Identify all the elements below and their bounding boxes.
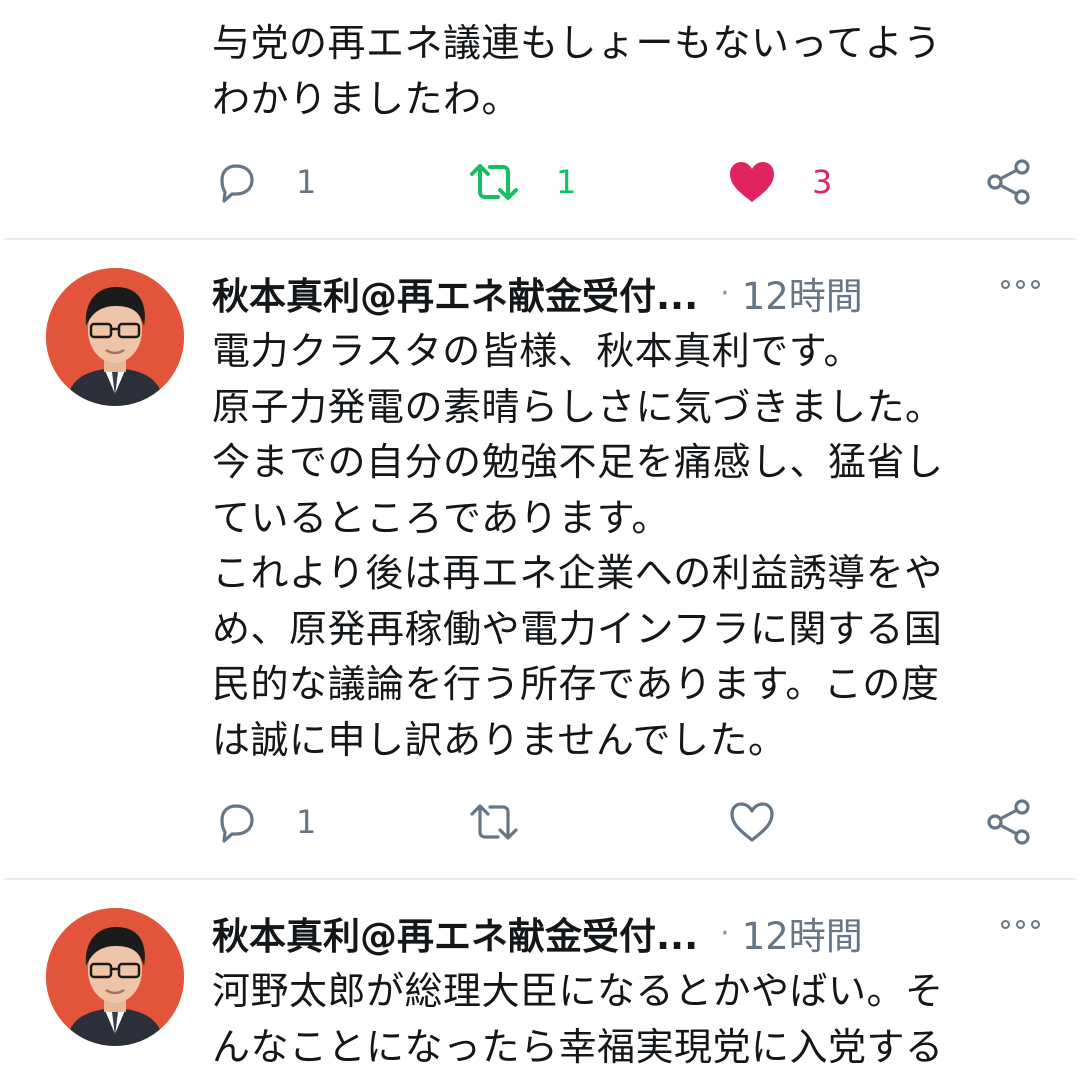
like-button[interactable]: [728, 792, 776, 852]
tweet-text-line: 河野太郎が総理大臣になるとかやばい。そ: [212, 969, 944, 1013]
avatar[interactable]: [46, 908, 184, 1046]
share-button[interactable]: [986, 152, 1032, 212]
reply-button[interactable]: 1: [212, 152, 316, 212]
share-icon: [987, 799, 1030, 845]
timestamp[interactable]: 12時間: [742, 266, 863, 320]
like-button[interactable]: 3: [728, 152, 832, 212]
tweet-text-line: んなことになったら幸福実現党に入党する: [212, 1024, 944, 1069]
more-button[interactable]: [1001, 920, 1040, 929]
more-icon: [1001, 920, 1010, 929]
tweet[interactable]: 秋本真利@再エネ献金受付... · 12時間 河野太郎が総理大臣になるとかやばい…: [0, 880, 1080, 1081]
retweet-count: 1: [556, 163, 577, 201]
more-icon: [1031, 920, 1040, 929]
reply-icon: [220, 804, 254, 843]
retweet-icon: [470, 164, 518, 200]
author-name[interactable]: 秋本真利@再エネ献金受付...: [212, 906, 698, 960]
like-icon: [730, 162, 774, 202]
tweet-text-line: 今までの自分の勉強不足を痛感し、猛省し: [212, 440, 944, 484]
like-icon: [730, 802, 774, 842]
tweet-text-line: 原子力発電の素晴らしさに気づきました。: [212, 384, 944, 429]
tweet-text: 河野太郎が総理大臣になるとかやばい。そ んなことになったら幸福実現党に入党する: [212, 964, 1042, 1075]
more-icon: [1031, 280, 1040, 289]
retweet-button[interactable]: 1: [468, 152, 576, 212]
tweet[interactable]: 秋本真利@再エネ献金受付... · 12時間 電力クラスタの皆様、秋本真利です。…: [0, 240, 1080, 878]
tweet-text-line: め、原発再稼働や電力インフラに関する国: [212, 606, 943, 651]
more-icon: [1001, 280, 1010, 289]
more-icon: [1016, 280, 1025, 289]
more-icon: [1016, 920, 1025, 929]
reply-count: 1: [296, 803, 317, 841]
reply-icon: [220, 164, 254, 203]
tweet-actions: 1: [0, 792, 1080, 852]
tweet-actions: 1 1 3: [0, 152, 1080, 212]
separator: ·: [720, 275, 730, 311]
more-button[interactable]: [1001, 280, 1040, 289]
reply-button[interactable]: 1: [212, 792, 316, 852]
author-name[interactable]: 秋本真利@再エネ献金受付...: [212, 266, 698, 320]
tweet-text-line: は誠に申し訳ありませんでした。: [212, 717, 787, 762]
tweet-text-line: わかりましたわ。: [212, 76, 521, 121]
retweet-icon: [470, 804, 518, 840]
tweet-text-line: 民的な議論を行う所存であります。この度: [212, 662, 940, 706]
reply-count: 1: [296, 163, 317, 201]
tweet-header: 秋本真利@再エネ献金受付... · 12時間: [212, 908, 1040, 958]
tweet-text: 電力クラスタの皆様、秋本真利です。 原子力発電の素晴らしさに気づきました。 今ま…: [212, 324, 1042, 768]
tweet-text-line: 与党の再エネ議連もしょーもないってよう: [212, 21, 942, 65]
share-button[interactable]: [986, 792, 1032, 852]
separator: ·: [720, 915, 730, 951]
tweet-text-line: ているところであります。: [212, 495, 670, 540]
tweet-header: 秋本真利@再エネ献金受付... · 12時間: [212, 268, 1040, 318]
like-count: 3: [812, 163, 833, 201]
avatar[interactable]: [46, 268, 184, 406]
tweet-text-line: これより後は再エネ企業への利益誘導をや: [212, 551, 943, 595]
share-icon: [987, 159, 1030, 205]
retweet-button[interactable]: [468, 792, 520, 852]
tweet-text-line: 電力クラスタの皆様、秋本真利です。: [212, 329, 862, 373]
timestamp[interactable]: 12時間: [742, 906, 863, 960]
tweet[interactable]: 与党の再エネ議連もしょーもないってよう わかりましたわ。 1 1 3: [0, 0, 1080, 238]
tweet-text: 与党の再エネ議連もしょーもないってよう わかりましたわ。: [212, 16, 1042, 127]
